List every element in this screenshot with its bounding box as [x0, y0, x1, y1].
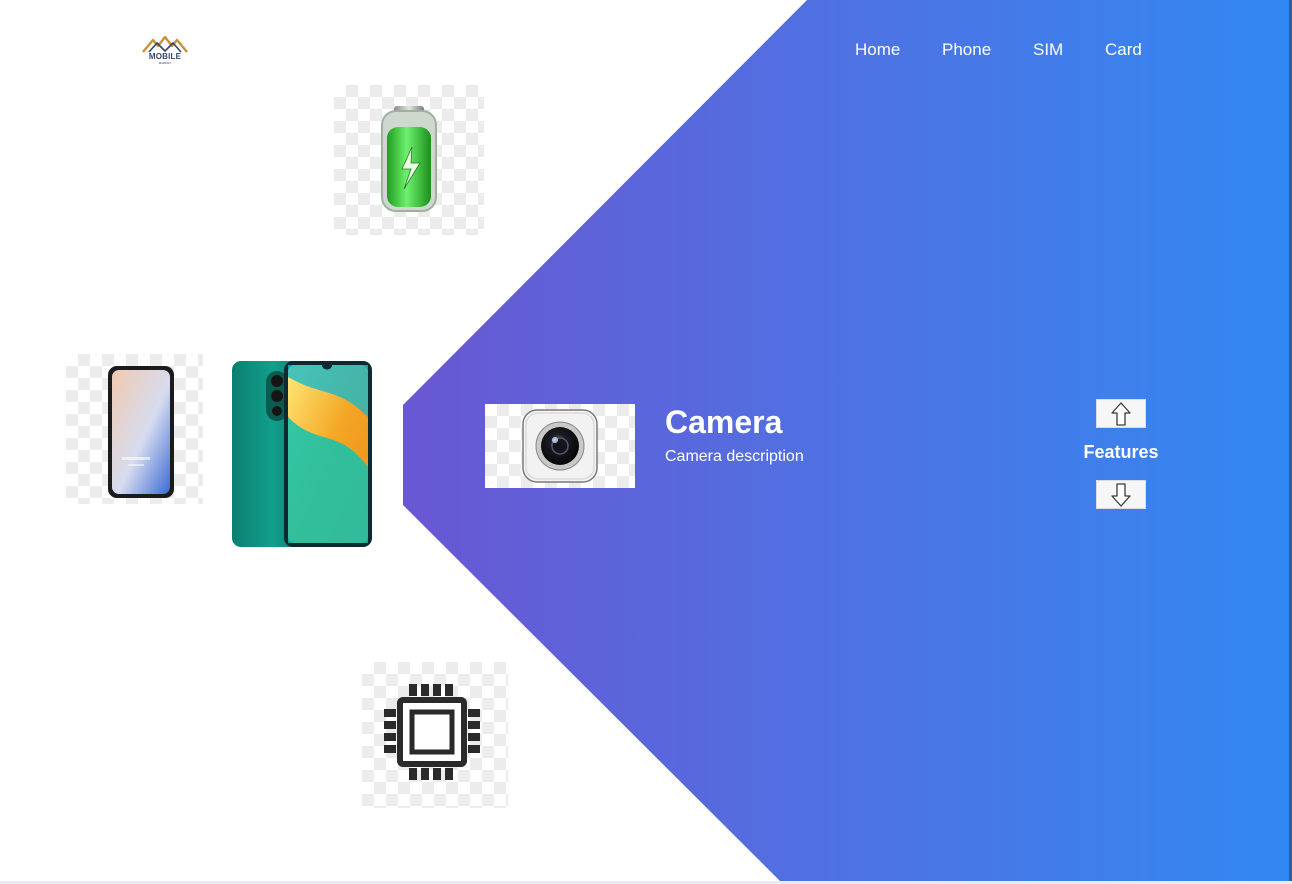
features-label: Features — [1083, 442, 1159, 462]
feature-thumb-processor[interactable] — [362, 662, 508, 808]
mountain-logo-icon — [142, 35, 188, 53]
brand-logo[interactable]: MOBILE MARKET — [140, 34, 190, 68]
feature-image-camera — [485, 404, 635, 488]
nav-home[interactable]: Home — [855, 40, 900, 60]
battery-icon — [381, 106, 437, 212]
nav-card[interactable]: Card — [1105, 40, 1142, 60]
phone-color-icon — [232, 361, 372, 547]
phone-front-icon — [108, 366, 174, 498]
processor-chip-icon — [384, 684, 480, 780]
feature-thumb-phone-back[interactable] — [228, 357, 376, 549]
arrow-up-icon — [1111, 401, 1131, 426]
feature-thumb-phone-front[interactable] — [66, 354, 203, 504]
logo-subtext: MARKET — [158, 61, 172, 65]
feature-description: Camera description — [665, 448, 804, 465]
nav-phone[interactable]: Phone — [942, 40, 991, 60]
feature-thumb-battery[interactable] — [334, 85, 484, 235]
camera-icon — [522, 409, 598, 483]
nav-sim[interactable]: SIM — [1033, 40, 1063, 60]
features-up-button[interactable] — [1096, 399, 1146, 428]
features-down-button[interactable] — [1096, 480, 1146, 509]
arrow-down-icon — [1111, 482, 1131, 507]
logo-name: MOBILE — [148, 52, 182, 61]
feature-title: Camera — [665, 404, 783, 440]
